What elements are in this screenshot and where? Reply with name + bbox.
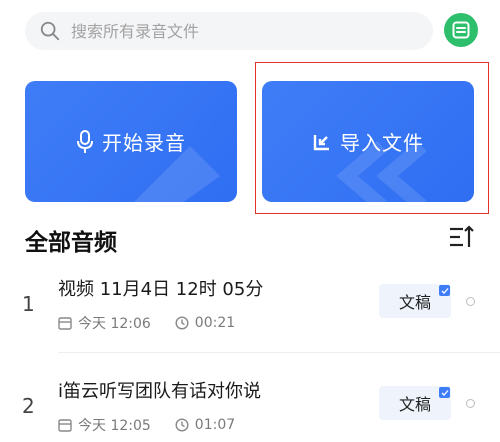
recording-duration: 00:21 xyxy=(194,315,236,331)
select-radio[interactable] xyxy=(466,297,475,306)
check-icon xyxy=(439,285,450,296)
search-icon xyxy=(40,21,60,41)
recording-duration: 01:07 xyxy=(194,417,236,433)
recording-row[interactable]: 2 i笛云听写团队有话对你说 今天 12:05 01:07 文稿 xyxy=(0,364,500,442)
section-title: 全部音频 xyxy=(25,230,117,256)
recording-title: 视频 11月4日 12时 05分 xyxy=(58,279,264,300)
calendar-icon xyxy=(58,317,72,330)
clock-icon xyxy=(175,316,189,330)
recording-date: 今天 12:06 xyxy=(78,316,151,332)
recording-date: 今天 12:05 xyxy=(78,418,151,434)
select-radio[interactable] xyxy=(466,399,475,408)
search-input[interactable] xyxy=(71,21,411,41)
divider xyxy=(58,352,500,353)
sort-icon[interactable] xyxy=(448,224,474,250)
recording-meta: 今天 12:05 01:07 xyxy=(58,415,259,435)
calendar-icon xyxy=(58,419,72,432)
highlight-box xyxy=(255,62,489,214)
start-recording-button[interactable]: 开始录音 xyxy=(25,81,237,202)
microphone-icon xyxy=(77,129,93,153)
transcript-button[interactable]: 文稿 xyxy=(379,386,451,420)
clock-icon xyxy=(175,418,189,432)
decor-shape-icon xyxy=(134,146,220,202)
row-index: 2 xyxy=(22,394,35,418)
row-index: 1 xyxy=(22,292,35,316)
transcript-label: 文稿 xyxy=(398,293,431,312)
check-icon xyxy=(439,387,450,398)
search-bar[interactable] xyxy=(25,12,433,50)
recording-meta: 今天 12:06 00:21 xyxy=(58,313,259,333)
recording-title: i笛云听写团队有话对你说 xyxy=(58,381,261,402)
menu-button[interactable] xyxy=(444,13,478,47)
list-icon xyxy=(452,21,470,39)
transcript-button[interactable]: 文稿 xyxy=(379,284,451,318)
recording-row[interactable]: 1 视频 11月4日 12时 05分 今天 12:06 00:21 文稿 xyxy=(0,262,500,358)
transcript-label: 文稿 xyxy=(398,395,431,414)
